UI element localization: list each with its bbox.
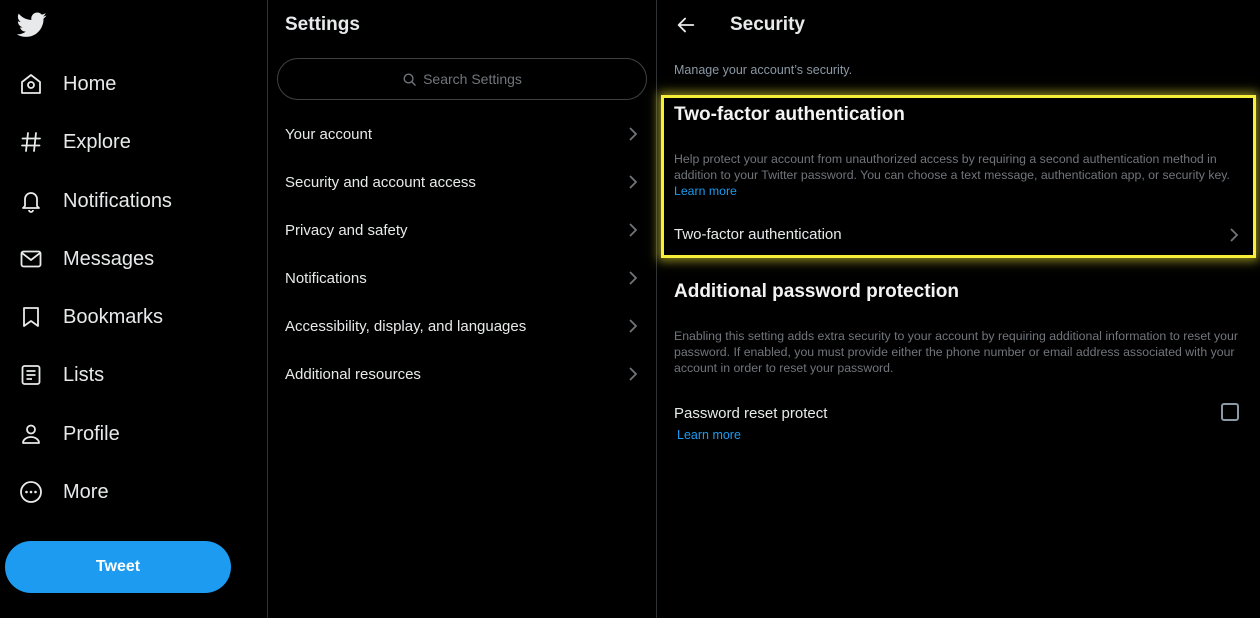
nav-item-profile[interactable]: Profile xyxy=(0,414,140,454)
chevron-right-icon xyxy=(629,319,638,333)
settings-column: Settings Search Settings Your account Se… xyxy=(268,0,657,618)
password-reset-learn-more-link[interactable]: Learn more xyxy=(677,428,741,442)
security-column: Security Manage your account’s security.… xyxy=(657,0,1260,618)
list-icon xyxy=(18,362,44,388)
search-icon xyxy=(403,73,416,86)
two-factor-learn-more-link[interactable]: Learn more xyxy=(674,184,737,198)
security-subtitle: Manage your account’s security. xyxy=(674,63,853,77)
nav-item-more[interactable]: More xyxy=(0,472,130,512)
two-factor-authentication-row[interactable]: Two-factor authentication xyxy=(663,214,1254,254)
settings-item-notifications[interactable]: Notifications xyxy=(268,255,657,301)
settings-item-label: Additional resources xyxy=(285,365,421,383)
settings-item-accessibility[interactable]: Accessibility, display, and languages xyxy=(268,303,657,349)
nav-label: Lists xyxy=(63,363,105,386)
nav-label: Bookmarks xyxy=(63,305,164,328)
nav-label: Messages xyxy=(63,247,155,270)
chevron-right-icon xyxy=(629,127,638,141)
additional-password-protection-heading: Additional password protection xyxy=(674,281,960,302)
settings-item-label: Notifications xyxy=(285,269,367,287)
nav-item-messages[interactable]: Messages xyxy=(0,239,170,279)
envelope-icon xyxy=(18,246,44,272)
settings-item-your-account[interactable]: Your account xyxy=(268,111,657,157)
nav-item-home[interactable]: Home xyxy=(0,64,150,104)
chevron-right-icon xyxy=(629,367,638,381)
nav-label: Home xyxy=(63,72,117,95)
two-factor-heading: Two-factor authentication xyxy=(674,104,905,125)
settings-item-label: Security and account access xyxy=(285,173,476,191)
settings-item-security-and-account-access[interactable]: Security and account access xyxy=(268,159,657,205)
nav-item-notifications[interactable]: Notifications xyxy=(0,181,190,221)
security-title: Security xyxy=(730,14,805,35)
two-factor-description-text: Help protect your account from unauthori… xyxy=(674,152,1230,182)
password-reset-protect-label: Password reset protect xyxy=(674,405,828,422)
additional-password-protection-description: Enabling this setting adds extra securit… xyxy=(674,329,1238,375)
left-navigation: Home Explore Notifications Messages Book… xyxy=(0,0,268,618)
nav-item-explore[interactable]: Explore xyxy=(0,122,150,162)
nav-item-bookmarks[interactable]: Bookmarks xyxy=(0,297,175,337)
two-factor-description: Help protect your account from unauthori… xyxy=(674,151,1246,199)
settings-item-label: Privacy and safety xyxy=(285,221,408,239)
back-arrow-icon[interactable] xyxy=(675,14,697,36)
home-icon xyxy=(18,71,44,97)
nav-label: Explore xyxy=(63,130,131,153)
settings-title: Settings xyxy=(285,14,360,35)
search-placeholder: Search Settings xyxy=(423,71,522,87)
twitter-bird-icon[interactable] xyxy=(17,12,47,38)
settings-item-label: Accessibility, display, and languages xyxy=(285,317,527,335)
hashtag-icon xyxy=(18,129,44,155)
chevron-right-icon xyxy=(629,175,638,189)
nav-item-lists[interactable]: Lists xyxy=(0,355,130,395)
nav-label: Profile xyxy=(63,422,120,445)
settings-item-label: Your account xyxy=(285,125,373,143)
person-icon xyxy=(18,421,44,447)
password-reset-protect-checkbox[interactable] xyxy=(1221,403,1239,421)
two-factor-row-label: Two-factor authentication xyxy=(674,226,842,243)
chevron-right-icon xyxy=(629,223,638,237)
search-settings-input[interactable]: Search Settings xyxy=(277,58,647,100)
settings-item-additional-resources[interactable]: Additional resources xyxy=(268,351,657,397)
more-circle-icon xyxy=(18,479,44,505)
nav-label: More xyxy=(63,480,109,503)
bookmark-icon xyxy=(18,304,44,330)
chevron-right-icon xyxy=(629,271,638,285)
chevron-right-icon xyxy=(1230,228,1239,242)
tweet-button[interactable]: Tweet xyxy=(5,541,231,593)
nav-label: Notifications xyxy=(63,189,172,212)
settings-item-privacy-and-safety[interactable]: Privacy and safety xyxy=(268,207,657,253)
bell-icon xyxy=(18,188,44,214)
